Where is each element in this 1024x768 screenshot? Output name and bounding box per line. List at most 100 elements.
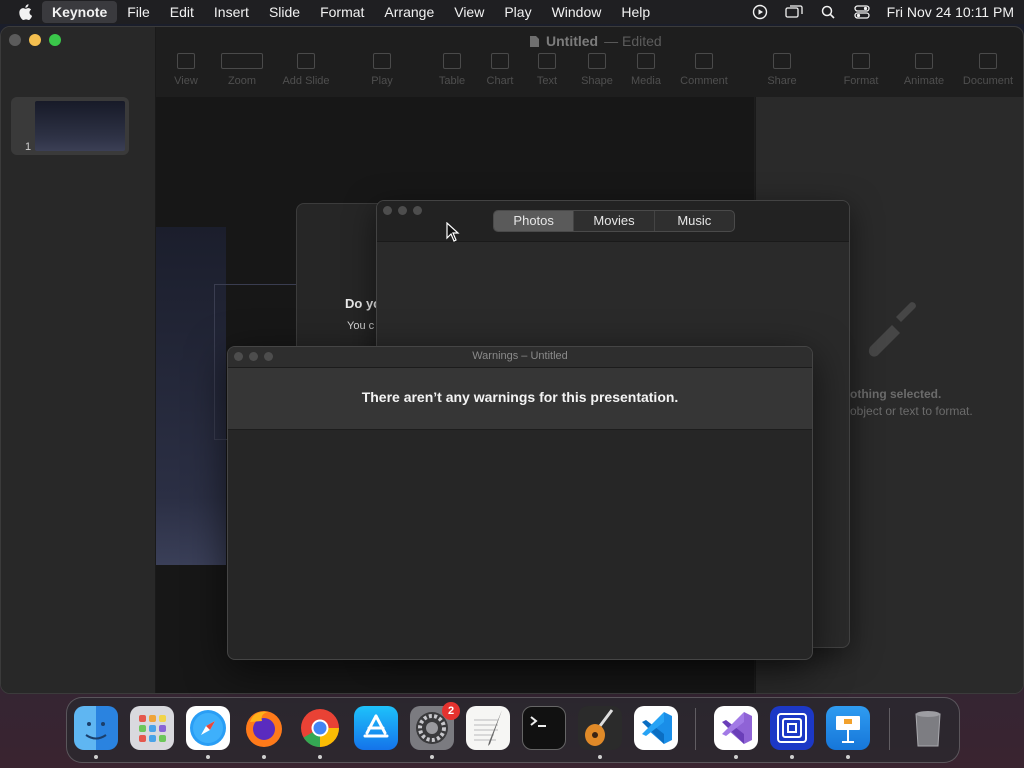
add-slide-icon [297, 53, 315, 69]
dock-chrome-icon[interactable] [298, 706, 342, 750]
document-title: Untitled — Edited [529, 33, 662, 49]
paintbrush-icon [868, 302, 916, 357]
slide-thumbnail-image [35, 101, 125, 151]
toolbar-format[interactable]: Format [831, 53, 891, 87]
toolbar-add-slide[interactable]: Add Slide [276, 53, 336, 87]
dock-keynote-icon[interactable] [826, 706, 870, 750]
text-icon [538, 53, 556, 69]
toolbar-animate[interactable]: Animate [894, 53, 954, 87]
menu-help[interactable]: Help [611, 1, 660, 23]
dock-finder-icon[interactable] [74, 706, 118, 750]
tab-photos[interactable]: Photos [494, 211, 575, 231]
zoom-window-button[interactable] [49, 34, 61, 46]
table-icon [443, 53, 461, 69]
screen-mirroring-icon[interactable] [784, 4, 803, 20]
animate-icon [915, 53, 933, 69]
close-window-button[interactable] [9, 34, 21, 46]
dock-separator [695, 708, 696, 750]
dock-simulator-icon[interactable] [770, 706, 814, 750]
safari-running-indicator [206, 755, 210, 759]
menu-play[interactable]: Play [494, 1, 541, 23]
warnings-window: Warnings – Untitled There aren’t any war… [227, 346, 813, 660]
dock-vscode-icon[interactable] [634, 706, 678, 750]
shape-icon [588, 53, 606, 69]
apple-menu-icon[interactable] [14, 0, 36, 24]
keynote-running-indicator [846, 755, 850, 759]
minimize-window-button[interactable] [29, 34, 41, 46]
control-center-icon[interactable] [853, 4, 871, 20]
dock-app-store-icon[interactable] [354, 706, 398, 750]
dock-firefox-icon[interactable] [242, 706, 286, 750]
warnings-titlebar[interactable]: Warnings – Untitled [228, 347, 812, 368]
toolbar-play[interactable]: Play [352, 53, 412, 87]
dock: 2 [66, 697, 960, 763]
menu-extras: Fri Nov 24 10:11 PM [751, 0, 1014, 24]
slide-navigator: 1 [1, 27, 156, 693]
media-zoom-button[interactable] [413, 206, 422, 215]
toolbar-zoom[interactable]: Zoom [212, 53, 272, 87]
keynote-toolbar: View Zoom Add Slide Play Table Chart Tex… [156, 53, 1023, 97]
play-icon [373, 53, 391, 69]
tab-music[interactable]: Music [655, 211, 734, 231]
media-minimize-button[interactable] [398, 206, 407, 215]
settings-running-indicator [430, 755, 434, 759]
menu-bar: Keynote File Edit Insert Slide Format Ar… [0, 0, 1024, 24]
menu-view[interactable]: View [444, 1, 494, 23]
toolbar-document[interactable]: Document [958, 53, 1018, 87]
inspector-nothing-selected: othing selected. [850, 387, 942, 401]
visual-studio-running-indicator [734, 755, 738, 759]
chrome-running-indicator [318, 755, 322, 759]
firefox-running-indicator [262, 755, 266, 759]
document-icon [530, 35, 539, 47]
menu-app-keynote[interactable]: Keynote [42, 1, 118, 23]
dock-system-settings-icon[interactable]: 2 [410, 702, 460, 750]
dock-launchpad-icon[interactable] [130, 706, 174, 750]
mouse-pointer-icon [446, 222, 460, 242]
comment-icon [695, 53, 713, 69]
chart-icon [491, 53, 509, 69]
media-close-button[interactable] [383, 206, 392, 215]
slide-number: 1 [25, 141, 32, 153]
simulator-running-indicator [790, 755, 794, 759]
menu-arrange[interactable]: Arrange [374, 1, 444, 23]
menu-insert[interactable]: Insert [204, 1, 259, 23]
format-icon [852, 53, 870, 69]
share-icon [773, 53, 791, 69]
menu-window[interactable]: Window [542, 1, 612, 23]
dock-safari-icon[interactable] [186, 706, 230, 750]
dock-terminal-icon[interactable] [522, 706, 566, 750]
screen-recording-icon[interactable] [751, 4, 769, 20]
menu-clock[interactable]: Fri Nov 24 10:11 PM [887, 4, 1014, 20]
document-inspector-icon [979, 53, 997, 69]
spotlight-search-icon[interactable] [819, 4, 837, 20]
dock-visual-studio-icon[interactable] [714, 706, 758, 750]
garageband-running-indicator [598, 755, 602, 759]
tab-movies[interactable]: Movies [574, 211, 655, 231]
toolbar-comment[interactable]: Comment [674, 53, 734, 87]
zoom-popup-icon [221, 53, 263, 69]
menu-edit[interactable]: Edit [160, 1, 204, 23]
toolbar-view[interactable]: View [156, 53, 216, 87]
inspector-hint: object or text to format. [850, 404, 973, 418]
window-controls [9, 34, 61, 46]
menu-file[interactable]: File [117, 1, 160, 23]
dialog-subtext: You c [347, 320, 375, 332]
document-title-name: Untitled [546, 33, 599, 49]
dock-separator-trash [889, 708, 890, 750]
toolbar-media[interactable]: Media [616, 53, 676, 87]
media-type-segmented-control: Photos Movies Music [493, 210, 735, 232]
notification-badge: 2 [442, 702, 460, 720]
menu-format[interactable]: Format [310, 1, 374, 23]
menu-slide[interactable]: Slide [259, 1, 310, 23]
toolbar-share[interactable]: Share [752, 53, 812, 87]
document-edited-label: — Edited [604, 33, 662, 49]
dock-trash-icon[interactable] [906, 706, 950, 750]
slide-thumbnail-1[interactable]: 1 [11, 97, 129, 155]
dock-garageband-icon[interactable] [578, 706, 622, 750]
warnings-message: There aren’t any warnings for this prese… [361, 389, 679, 405]
view-icon [177, 53, 195, 69]
dock-textedit-icon[interactable] [466, 706, 510, 750]
media-window-controls [383, 206, 422, 215]
media-icon [637, 53, 655, 69]
warnings-window-title: Warnings – Untitled [472, 350, 568, 362]
